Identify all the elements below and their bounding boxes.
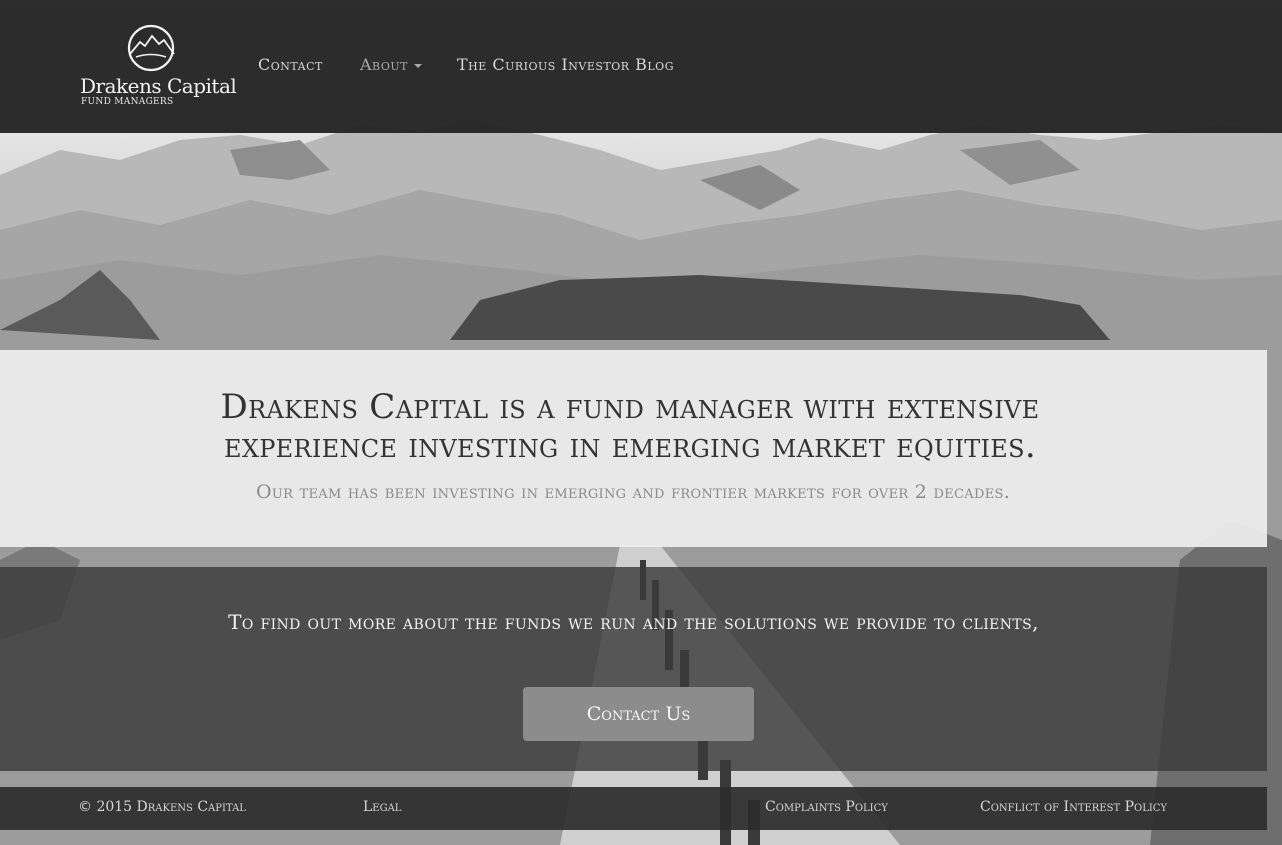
hero-panel: Drakens Capital is a fund manager with e… <box>0 350 1267 547</box>
hero-subtitle: Our team has been investing in emerging … <box>255 481 1011 503</box>
copyright-icon: © <box>78 799 92 815</box>
caret-down-icon <box>413 63 422 68</box>
hero-title: Drakens Capital is a fund manager with e… <box>220 387 1040 466</box>
contact-us-button[interactable]: Contact Us <box>523 687 754 741</box>
footer-legal-link[interactable]: Legal <box>363 799 401 815</box>
brand-logo[interactable]: Drakens Capital FUND MANAGERS <box>80 24 237 110</box>
footer-bar: © 2015 Drakens Capital Legal Complaints … <box>0 787 1267 830</box>
mountain-sun-icon <box>127 24 175 72</box>
brand-tagline: FUND MANAGERS <box>81 97 174 107</box>
brand-name: Drakens Capital <box>80 74 237 98</box>
copyright-text: © 2015 Drakens Capital <box>78 799 246 815</box>
footer-complaints-link[interactable]: Complaints Policy <box>765 799 888 815</box>
nav-contact[interactable]: Contact <box>258 55 323 74</box>
footer-conflict-link[interactable]: Conflict of Interest Policy <box>980 799 1167 815</box>
top-navbar: Drakens Capital FUND MANAGERS Contact Ab… <box>0 0 1282 133</box>
cta-panel: To find out more about the funds we run … <box>0 567 1267 771</box>
cta-text: To find out more about the funds we run … <box>228 610 1039 634</box>
nav-about-label: About <box>360 55 408 74</box>
nav-about-dropdown[interactable]: About <box>360 55 422 74</box>
copyright-label: 2015 Drakens Capital <box>96 799 246 815</box>
nav-blog[interactable]: The Curious Investor Blog <box>457 55 674 74</box>
